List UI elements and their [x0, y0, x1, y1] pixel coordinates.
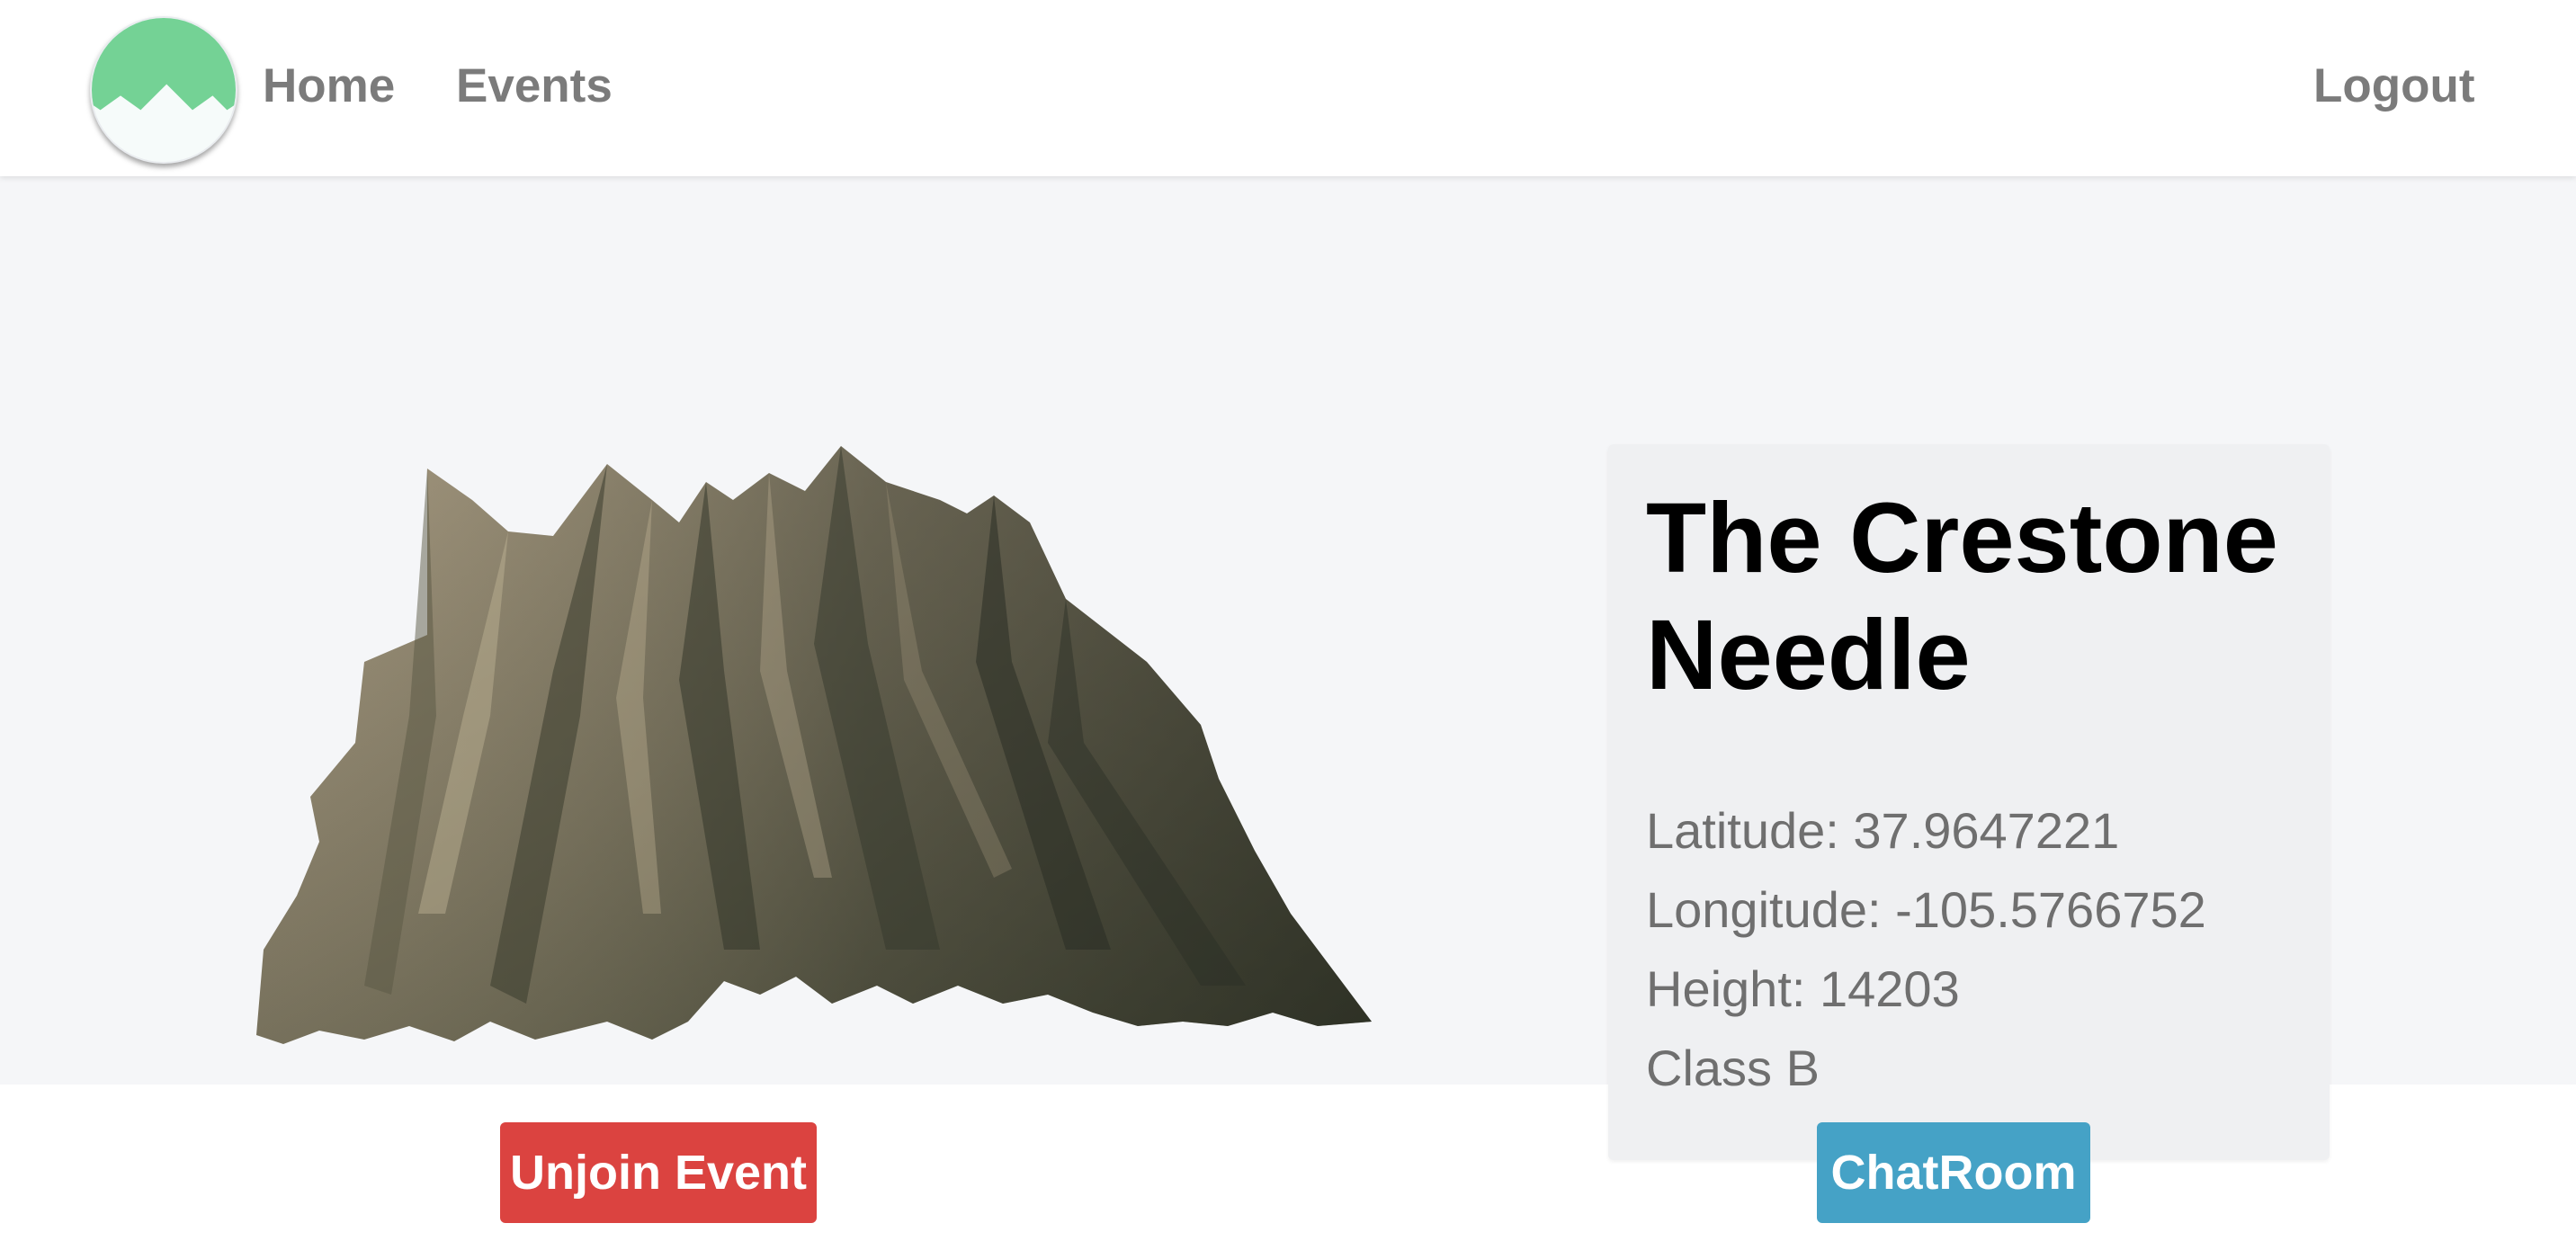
peak-title: The Crestone Needle: [1646, 483, 2278, 710]
navbar: Home Events Logout: [0, 0, 2576, 176]
peak-latitude: Latitude: 37.9647221: [1646, 802, 2120, 859]
nav-events-link[interactable]: Events: [456, 58, 613, 115]
nav-logout-link[interactable]: Logout: [2313, 58, 2475, 115]
event-hero: The Crestone Needle Latitude: 37.9647221…: [0, 176, 2576, 1160]
unjoin-event-button[interactable]: Unjoin Event: [500, 1122, 817, 1223]
chatroom-button[interactable]: ChatRoom: [1817, 1122, 2090, 1223]
peak-info-card: The Crestone Needle Latitude: 37.9647221…: [1608, 444, 2330, 1160]
mountain-3d-image: [256, 446, 1390, 1076]
nav-home-link[interactable]: Home: [263, 58, 395, 115]
mountain-logo-icon[interactable]: [90, 16, 237, 164]
peak-height: Height: 14203: [1646, 960, 1960, 1017]
peak-longitude: Longitude: -105.5766752: [1646, 881, 2206, 938]
peak-class: Class B: [1646, 1040, 1820, 1096]
